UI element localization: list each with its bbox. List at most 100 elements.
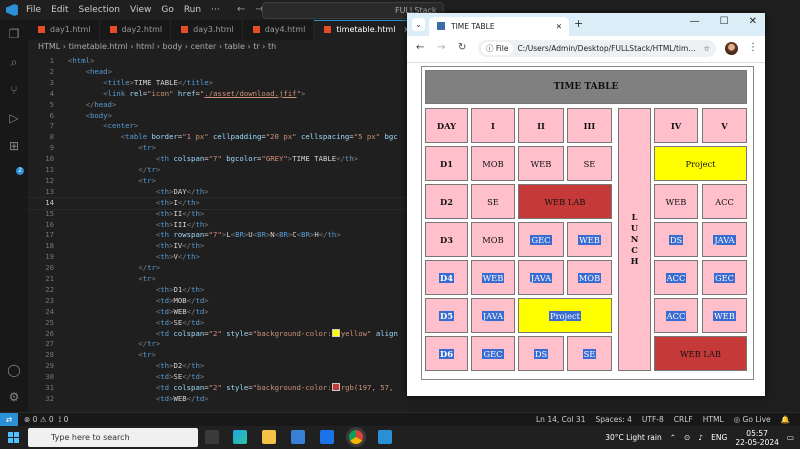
- code-line[interactable]: <td>WEB</td>: [68, 394, 209, 403]
- code-line[interactable]: </tr>: [68, 165, 160, 174]
- code-line[interactable]: <td>MOB</td>: [68, 296, 209, 305]
- file-explorer-icon[interactable]: [262, 430, 276, 444]
- code-line[interactable]: <th colspan="7" bgcolor="GREY">TIME TABL…: [68, 154, 358, 163]
- settings-gear-icon[interactable]: ⚙: [7, 390, 21, 404]
- forward-button[interactable]: →: [437, 42, 445, 53]
- tab-day2[interactable]: day2.html: [100, 20, 172, 40]
- source-control-icon[interactable]: ⑂: [7, 83, 21, 97]
- code-line[interactable]: <td colspan="2" style="background-color:…: [68, 383, 393, 392]
- weather-widget[interactable]: 30°C Light rain: [605, 428, 662, 447]
- notifications-icon[interactable]: ▭: [787, 428, 794, 447]
- code-line[interactable]: </head>: [68, 100, 117, 109]
- browser-menu-icon[interactable]: ⋮: [748, 42, 758, 53]
- bookmark-star-icon[interactable]: ☆: [703, 40, 710, 57]
- breadcrumb-item[interactable]: HTML: [38, 42, 60, 51]
- input-language[interactable]: ENG: [711, 428, 727, 447]
- ports-indicator[interactable]: ⟟ 0: [59, 415, 69, 424]
- code-line[interactable]: <th>D2</th>: [68, 361, 204, 370]
- mail-icon[interactable]: [320, 430, 334, 444]
- menu-edit[interactable]: Edit: [51, 5, 68, 15]
- code-line[interactable]: <th rowspan="7">L<BR>U<BR>N<BR>C<BR>H</t…: [68, 230, 341, 239]
- code-line[interactable]: <th>II</th>: [68, 209, 204, 218]
- breadcrumb-item[interactable]: body: [163, 42, 183, 51]
- code-line[interactable]: <tr>: [68, 143, 156, 152]
- code-line[interactable]: <th>I</th>: [68, 198, 200, 207]
- breadcrumb-item[interactable]: center: [191, 42, 217, 51]
- browser-tab[interactable]: TIME TABLE ✕: [429, 17, 569, 36]
- breadcrumb-item[interactable]: timetable.html: [69, 42, 128, 51]
- task-view-icon[interactable]: [205, 430, 219, 444]
- code-line[interactable]: </tr>: [68, 339, 160, 348]
- code-line[interactable]: <td colspan="2" style="background-color:…: [68, 328, 398, 338]
- code-line[interactable]: <th>V</th>: [68, 252, 200, 261]
- breadcrumb-item[interactable]: th: [268, 42, 276, 51]
- chrome-icon[interactable]: [349, 430, 363, 444]
- new-tab-button[interactable]: +: [574, 17, 583, 30]
- problems-indicator[interactable]: ⊗ 0 ⚠ 0: [24, 415, 54, 424]
- clock[interactable]: 05:57 22-05-2024: [735, 428, 779, 447]
- site-info-chip[interactable]: ⓘ File: [481, 42, 514, 55]
- code-line[interactable]: <title>TIME TABLE</title>: [68, 78, 213, 87]
- tray-overflow-icon[interactable]: ⌃: [670, 428, 676, 447]
- extensions-icon[interactable]: ⊞: [7, 139, 21, 153]
- menu-selection[interactable]: Selection: [79, 5, 120, 15]
- windows-start-icon[interactable]: [8, 432, 19, 443]
- tab-search-icon[interactable]: ⌄: [412, 18, 425, 31]
- tab-day4[interactable]: day4.html: [243, 20, 315, 40]
- code-line[interactable]: <tr>: [68, 274, 156, 283]
- address-bar[interactable]: ⓘ File C:/Users/Admin/Desktop/FULLStack/H…: [478, 40, 716, 57]
- network-icon[interactable]: ⊙: [684, 428, 690, 447]
- code-line[interactable]: <th>DAY</th>: [68, 187, 209, 196]
- menu-go[interactable]: Go: [161, 5, 173, 15]
- breadcrumb-item[interactable]: tr: [253, 42, 259, 51]
- edge-browser-icon[interactable]: [233, 430, 247, 444]
- explorer-icon[interactable]: ❐: [7, 27, 21, 41]
- search-icon[interactable]: ⌕: [7, 55, 21, 69]
- menu-file[interactable]: File: [26, 5, 41, 15]
- menu-run[interactable]: Run: [184, 5, 201, 15]
- code-line[interactable]: <link rel="icon" href="./asset/download.…: [68, 89, 305, 98]
- maximize-button[interactable]: ☐: [720, 16, 729, 27]
- code-line[interactable]: <td>SE</td>: [68, 318, 204, 327]
- code-line[interactable]: <table border="1 px" cellpadding="20 px"…: [68, 132, 398, 141]
- line-ending[interactable]: CRLF: [674, 413, 693, 427]
- microsoft-store-icon[interactable]: [291, 430, 305, 444]
- volume-icon[interactable]: ♪: [698, 428, 703, 447]
- close-window-button[interactable]: ✕: [749, 16, 757, 27]
- run-debug-icon[interactable]: ▷: [7, 111, 21, 125]
- language-mode[interactable]: HTML: [703, 413, 724, 427]
- account-icon[interactable]: ◯: [7, 363, 21, 377]
- tab-day3[interactable]: day3.html: [171, 20, 243, 40]
- breadcrumb-item[interactable]: html: [136, 42, 154, 51]
- menu-view[interactable]: View: [130, 5, 151, 15]
- code-line[interactable]: <html>: [68, 56, 94, 65]
- reload-button[interactable]: ↻: [458, 42, 466, 53]
- code-line[interactable]: <td>WEB</td>: [68, 307, 209, 316]
- code-line[interactable]: <td>SE</td>: [68, 372, 204, 381]
- code-line[interactable]: <body>: [68, 111, 112, 120]
- back-button[interactable]: ←: [416, 42, 424, 53]
- code-line[interactable]: <head>: [68, 67, 112, 76]
- taskbar-search-box[interactable]: Type here to search: [28, 428, 198, 447]
- menu-more[interactable]: ···: [211, 5, 220, 15]
- go-live-button[interactable]: ◎ Go Live: [734, 413, 771, 427]
- close-tab-icon[interactable]: ✕: [556, 17, 562, 36]
- indentation[interactable]: Spaces: 4: [595, 413, 631, 427]
- code-line[interactable]: <th>D1</th>: [68, 285, 204, 294]
- code-line[interactable]: <tr>: [68, 350, 156, 359]
- cursor-position[interactable]: Ln 14, Col 31: [536, 413, 585, 427]
- code-line[interactable]: </tr>: [68, 263, 160, 272]
- breadcrumb-item[interactable]: table: [225, 42, 245, 51]
- remote-indicator-icon[interactable]: ⇄: [0, 413, 18, 427]
- minimize-button[interactable]: —: [690, 16, 700, 27]
- tab-timetable[interactable]: timetable.html×: [314, 20, 420, 41]
- profile-avatar[interactable]: [725, 42, 738, 55]
- vscode-taskbar-icon[interactable]: [378, 430, 392, 444]
- code-line[interactable]: <tr>: [68, 176, 156, 185]
- tab-day1[interactable]: day1.html: [28, 20, 100, 40]
- code-line[interactable]: <th>III</th>: [68, 220, 209, 229]
- code-editor[interactable]: 1 <html> 2 <head> 3 <title>TIME TABLE</titl…: [28, 54, 408, 412]
- encoding[interactable]: UTF-8: [642, 413, 664, 427]
- code-line[interactable]: <center>: [68, 121, 138, 130]
- notifications-bell-icon[interactable]: 🔔: [781, 413, 790, 427]
